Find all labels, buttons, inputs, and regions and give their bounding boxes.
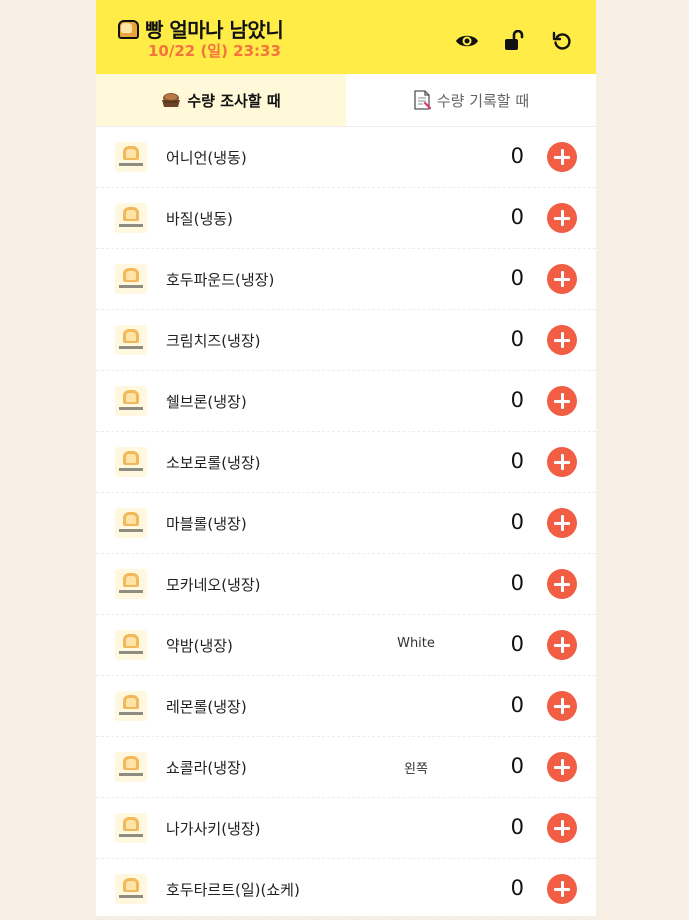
- list-item: 어니언(냉동) 0: [96, 127, 596, 188]
- bread-basket-icon: [161, 91, 181, 109]
- increment-button[interactable]: [547, 508, 577, 538]
- increment-button[interactable]: [547, 874, 577, 904]
- increment-button[interactable]: [547, 691, 577, 721]
- item-name: 쇼콜라(냉장): [166, 759, 247, 777]
- tab-record-label: 수량 기록할 때: [436, 91, 530, 110]
- bread-thumbnail-icon: [115, 264, 147, 294]
- bread-thumbnail-icon: [115, 203, 147, 233]
- increment-button[interactable]: [547, 325, 577, 355]
- list-item: 모카네오(냉장) 0: [96, 554, 596, 615]
- increment-button[interactable]: [547, 203, 577, 233]
- item-count: 0: [510, 205, 524, 229]
- bread-thumbnail-icon: [115, 142, 147, 172]
- increment-button[interactable]: [547, 630, 577, 660]
- increment-button[interactable]: [547, 386, 577, 416]
- item-note: White: [397, 636, 435, 651]
- item-name: 크림치즈(냉장): [166, 332, 261, 350]
- bread-thumbnail-icon: [115, 325, 147, 355]
- item-count: 0: [510, 266, 524, 290]
- app-container: 빵 얼마나 남았니 10/22 (일) 23:33 수량 조사할 때 수량 기록…: [96, 0, 596, 920]
- list-item: 마블롤(냉장) 0: [96, 493, 596, 554]
- tab-bar: 수량 조사할 때 수량 기록할 때: [96, 74, 596, 127]
- item-name: 어니언(냉동): [166, 149, 247, 167]
- item-name: 소보로롤(냉장): [166, 454, 261, 472]
- bread-thumbnail-icon: [115, 630, 147, 660]
- tab-record[interactable]: 수량 기록할 때: [346, 74, 596, 126]
- bread-thumbnail-icon: [115, 691, 147, 721]
- item-count: 0: [510, 510, 524, 534]
- item-name: 레몬롤(냉장): [166, 698, 247, 716]
- reset-button[interactable]: [549, 28, 575, 54]
- bread-thumbnail-icon: [115, 813, 147, 843]
- item-name: 나가사키(냉장): [166, 820, 261, 838]
- item-count: 0: [510, 876, 524, 900]
- item-name: 약밤(냉장): [166, 637, 233, 655]
- bread-thumbnail-icon: [115, 569, 147, 599]
- item-name: 마블롤(냉장): [166, 515, 247, 533]
- bread-logo-icon: [118, 20, 139, 39]
- increment-button[interactable]: [547, 447, 577, 477]
- item-name: 호두파운드(냉장): [166, 271, 275, 289]
- eye-icon: [456, 35, 478, 47]
- app-header: 빵 얼마나 남았니 10/22 (일) 23:33: [96, 0, 596, 74]
- item-count: 0: [510, 754, 524, 778]
- memo-icon: [413, 90, 431, 110]
- list-item: 나가사키(냉장) 0: [96, 798, 596, 859]
- list-item: 소보로롤(냉장) 0: [96, 432, 596, 493]
- list-item: 쉘브론(냉장) 0: [96, 371, 596, 432]
- bread-thumbnail-icon: [115, 386, 147, 416]
- tab-survey-label: 수량 조사할 때: [187, 91, 281, 110]
- item-count: 0: [510, 693, 524, 717]
- current-datetime: 10/22 (일) 23:33: [148, 42, 281, 60]
- refresh-icon: [552, 31, 571, 50]
- increment-button[interactable]: [547, 569, 577, 599]
- item-count: 0: [510, 571, 524, 595]
- item-name: 쉘브론(냉장): [166, 393, 247, 411]
- bread-thumbnail-icon: [115, 508, 147, 538]
- list-item: 레몬롤(냉장) 0: [96, 676, 596, 737]
- increment-button[interactable]: [547, 813, 577, 843]
- increment-button[interactable]: [547, 142, 577, 172]
- view-toggle-button[interactable]: [454, 28, 480, 54]
- list-item: 크림치즈(냉장) 0: [96, 310, 596, 371]
- item-note: 왼쪽: [404, 762, 428, 777]
- increment-button[interactable]: [547, 752, 577, 782]
- list-item: 쇼콜라(냉장) 왼쪽 0: [96, 737, 596, 798]
- bread-thumbnail-icon: [115, 447, 147, 477]
- item-count: 0: [510, 327, 524, 351]
- item-count: 0: [510, 388, 524, 412]
- item-name: 호두타르트(일)(쇼케): [166, 881, 300, 899]
- bread-thumbnail-icon: [115, 874, 147, 904]
- unlock-icon: [505, 30, 524, 50]
- lock-toggle-button[interactable]: [501, 28, 527, 54]
- item-name: 모카네오(냉장): [166, 576, 261, 594]
- item-name: 바질(냉동): [166, 210, 233, 228]
- inventory-list: 어니언(냉동) 0 바질(냉동) 0 호두파운드(냉장) 0 크림치즈(냉장) …: [96, 127, 596, 920]
- title-row: 빵 얼마나 남았니: [118, 14, 284, 43]
- list-item: 바질(냉동) 0: [96, 188, 596, 249]
- list-item: 약밤(냉장) White 0: [96, 615, 596, 676]
- item-count: 0: [510, 144, 524, 168]
- item-count: 0: [510, 449, 524, 473]
- tab-survey[interactable]: 수량 조사할 때: [96, 74, 346, 126]
- increment-button[interactable]: [547, 264, 577, 294]
- item-count: 0: [510, 632, 524, 656]
- list-item: 호두타르트(일)(쇼케) 0: [96, 859, 596, 920]
- app-title: 빵 얼마나 남았니: [145, 18, 284, 42]
- list-item: 호두파운드(냉장) 0: [96, 249, 596, 310]
- item-count: 0: [510, 815, 524, 839]
- bread-thumbnail-icon: [115, 752, 147, 782]
